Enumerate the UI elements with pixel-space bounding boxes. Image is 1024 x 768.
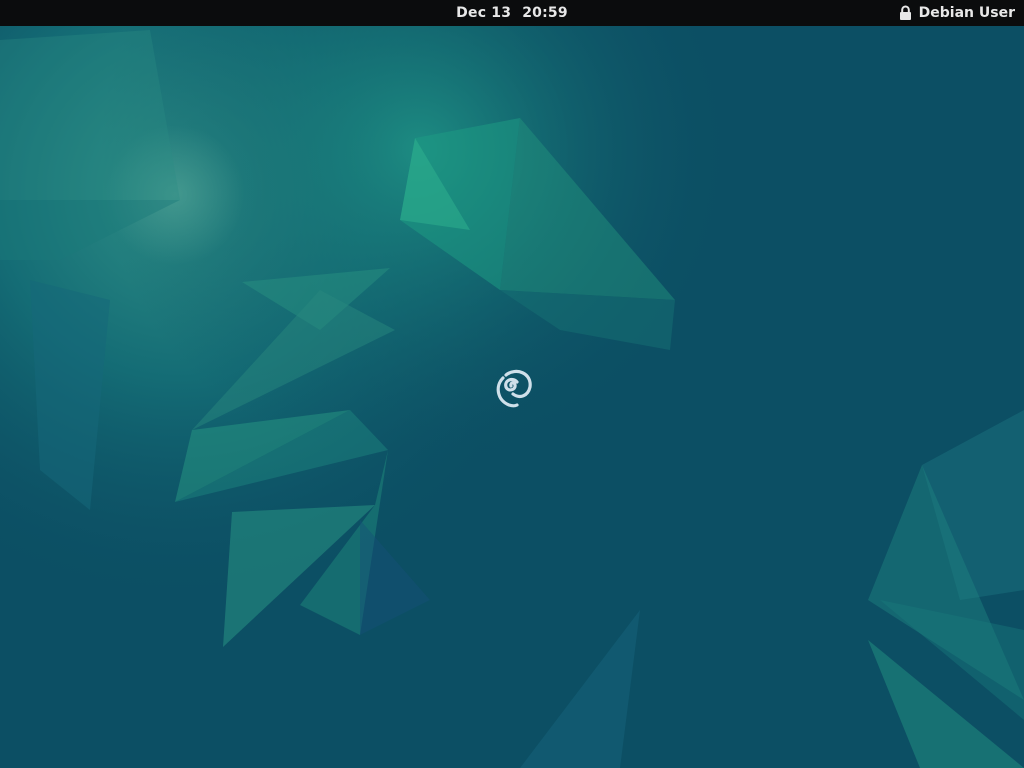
lock-icon	[899, 5, 911, 20]
desktop-wallpaper	[0, 26, 1024, 768]
clock-date: Dec 13	[456, 5, 512, 21]
user-name: Debian User	[918, 5, 1015, 21]
clock-button[interactable]: Dec 13 20:59	[0, 0, 1024, 26]
clock-time: 20:59	[522, 5, 568, 21]
desktop-screen: Dec 13 20:59 Debian User	[0, 0, 1024, 768]
debian-swirl-icon	[496, 369, 532, 408]
system-menu-button[interactable]: Debian User	[899, 0, 1015, 26]
top-bar: Dec 13 20:59 Debian User	[0, 0, 1024, 26]
